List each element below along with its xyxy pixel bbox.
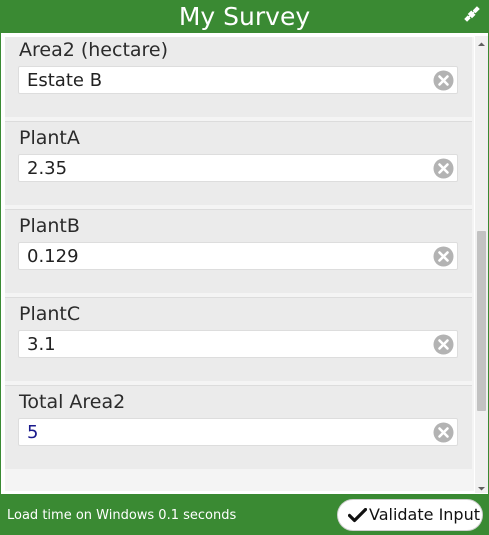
scroll-down-icon[interactable] [475,480,488,493]
field-plantb: PlantB 0.129 [5,209,472,293]
field-value: 0.129 [27,246,79,267]
clear-icon[interactable] [433,334,454,355]
total-area2-input[interactable]: 5 [18,418,458,446]
field-value: 5 [27,422,39,443]
plantb-input[interactable]: 0.129 [18,242,458,270]
survey-window: My Survey Area2 (hectare) Estate B Plant… [0,0,489,535]
field-label: Total Area2 [19,391,126,413]
clear-icon[interactable] [433,422,454,443]
app-title: My Survey [178,2,311,31]
clear-icon[interactable] [433,158,454,179]
field-label: PlantC [19,303,81,325]
field-value: Estate B [27,70,103,91]
vertical-scrollbar[interactable] [475,36,488,493]
field-area2: Area2 (hectare) Estate B [5,37,472,117]
field-total-area2: Total Area2 5 [5,385,472,469]
load-time-status: Load time on Windows 0.1 seconds [7,508,237,523]
field-label: Area2 (hectare) [19,39,169,61]
survey-form: Area2 (hectare) Estate B PlantA 2.35 Pla… [5,37,474,491]
title-bar: My Survey [1,0,488,33]
plantc-input[interactable]: 3.1 [18,330,458,358]
satellite-icon[interactable] [462,4,482,24]
scroll-up-icon[interactable] [475,36,488,49]
footer-bar: Load time on Windows 0.1 seconds Validat… [1,494,488,535]
planta-input[interactable]: 2.35 [18,154,458,182]
checkmark-icon [347,507,368,523]
field-value: 2.35 [27,158,68,179]
field-planta: PlantA 2.35 [5,121,472,205]
scrollbar-thumb[interactable] [477,231,486,411]
field-plantc: PlantC 3.1 [5,297,472,381]
validate-input-label: Validate Input [369,505,480,524]
clear-icon[interactable] [433,70,454,91]
area2-input[interactable]: Estate B [18,66,458,94]
field-label: PlantA [19,127,80,149]
field-value: 3.1 [27,334,56,355]
validate-input-button[interactable]: Validate Input [337,499,483,531]
clear-icon[interactable] [433,246,454,267]
field-label: PlantB [19,215,80,237]
